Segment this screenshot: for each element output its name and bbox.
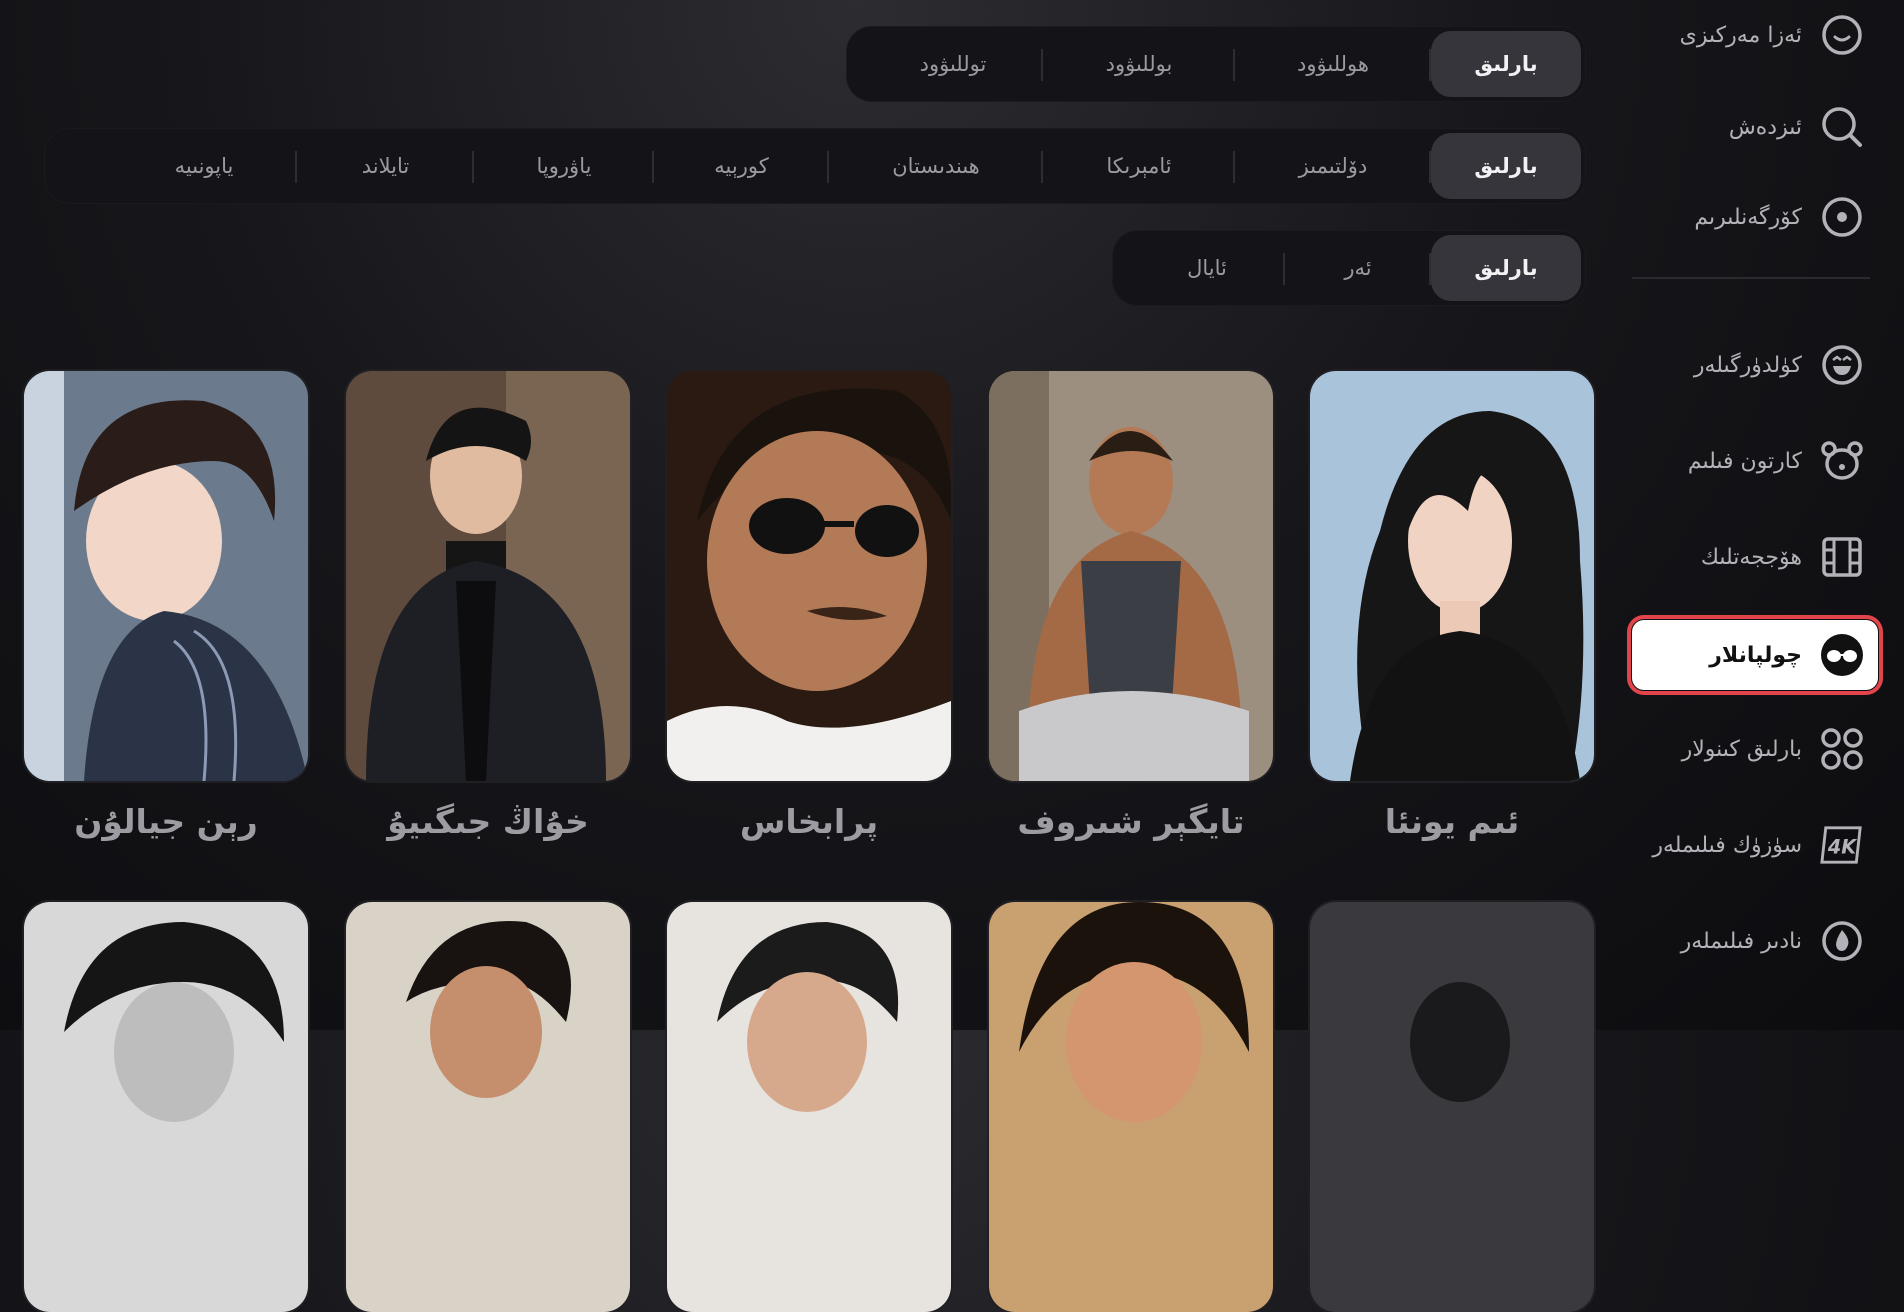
star-card[interactable] — [667, 371, 951, 781]
star-card[interactable] — [24, 371, 308, 781]
sidebar-item-hd-movies[interactable]: 4K سۈزۈك فىلىملەر — [1632, 810, 1878, 880]
laugh-icon — [1820, 343, 1864, 387]
sidebar-item-label: كارتون فىلىم — [1687, 448, 1802, 474]
star-photo — [989, 902, 1273, 1312]
star-photo — [346, 902, 630, 1312]
sidebar-item-label: ئىزدەش — [1728, 114, 1802, 140]
sidebar-nav: ئەزا مەركىزى ئىزدەش كۆرگەنلىرىم كۈلدۈرگى… — [1627, 0, 1904, 1030]
sidebar-item-featured[interactable]: نادىر فىلىملەر — [1632, 906, 1878, 976]
sidebar-item-label: نادىر فىلىملەر — [1680, 928, 1802, 954]
filter-gender-female[interactable]: ئايال — [1129, 235, 1285, 301]
filter-region-tollywood[interactable]: توللىۋود — [863, 31, 1043, 97]
sidebar-item-all-movies[interactable]: بارلىق كىنولار — [1632, 714, 1878, 784]
star-card[interactable] — [989, 371, 1273, 781]
star-name: خۇاڭ جىگىيۇ — [387, 802, 589, 841]
star-card[interactable] — [1310, 902, 1594, 1312]
star-photo — [1310, 371, 1594, 781]
filter-gender-bar: بارلىق ئەر ئايال — [1112, 230, 1586, 306]
filter-region-bar: بارلىق ھوللىۋود بوللىۋود توللىۋود — [846, 26, 1586, 102]
star-photo — [989, 371, 1273, 781]
filter-country-korea[interactable]: كورېيە — [654, 133, 829, 199]
flame-icon — [1820, 919, 1864, 963]
sidebar-item-documentary[interactable]: ھۆججەتلىك — [1632, 522, 1878, 592]
star-photo — [24, 371, 308, 781]
star-card[interactable] — [667, 902, 951, 1312]
sidebar-item-label: كۆرگەنلىرىم — [1694, 204, 1802, 230]
star-name: رېن جيالۇن — [74, 802, 258, 841]
star-photo — [667, 371, 951, 781]
sidebar-item-comedy[interactable]: كۈلدۈرگىلەر — [1632, 330, 1878, 400]
star-card[interactable] — [989, 902, 1273, 1312]
star-card[interactable] — [346, 371, 630, 781]
sidebar-item-label: ھۆججەتلىك — [1700, 544, 1802, 570]
filter-gender-male[interactable]: ئەر — [1285, 235, 1431, 301]
smile-circle-icon — [1820, 13, 1864, 57]
search-icon — [1820, 105, 1864, 149]
4k-icon: 4K — [1820, 823, 1864, 867]
eye-circle-icon — [1820, 195, 1864, 239]
sidebar-divider — [1632, 277, 1870, 279]
svg-text:4K: 4K — [1827, 836, 1857, 859]
star-photo — [667, 902, 951, 1312]
sidebar-item-cartoon[interactable]: كارتون فىلىم — [1632, 426, 1878, 496]
bear-icon — [1820, 439, 1864, 483]
sidebar-item-history[interactable]: كۆرگەنلىرىم — [1632, 182, 1878, 252]
filter-region-bollywood[interactable]: بوللىۋود — [1043, 31, 1235, 97]
sidebar-item-search[interactable]: ئىزدەش — [1632, 92, 1878, 162]
sunglasses-icon — [1820, 633, 1864, 677]
sidebar-item-stars[interactable]: چولپانلار — [1627, 615, 1883, 695]
star-photo — [24, 902, 308, 1312]
filter-region-all[interactable]: بارلىق — [1431, 31, 1581, 97]
star-photo — [1310, 902, 1594, 1312]
filter-country-all[interactable]: بارلىق — [1431, 133, 1581, 199]
filter-country-europe[interactable]: ياۋروپا — [474, 133, 654, 199]
star-name: ئىم يونئا — [1384, 802, 1520, 841]
sidebar-item-label: بارلىق كىنولار — [1681, 736, 1802, 762]
filter-country-thailand[interactable]: تايلاند — [297, 133, 474, 199]
filter-country-america[interactable]: ئامېرىكا — [1043, 133, 1235, 199]
filter-country-india[interactable]: ھىندىستان — [829, 133, 1043, 199]
star-card[interactable] — [1310, 371, 1594, 781]
filter-country-domestic[interactable]: دۆلتىمىز — [1235, 133, 1431, 199]
star-name: تايگېر شىروف — [1017, 802, 1245, 841]
filter-country-japan[interactable]: ياپونىيە — [111, 133, 297, 199]
filter-gender-all[interactable]: بارلىق — [1431, 235, 1581, 301]
grid-icon — [1820, 727, 1864, 771]
star-card[interactable] — [346, 902, 630, 1312]
star-photo — [346, 371, 630, 781]
sidebar-item-label: ئەزا مەركىزى — [1679, 22, 1802, 48]
filter-country-bar: بارلىق دۆلتىمىز ئامېرىكا ھىندىستان كورېي… — [44, 128, 1586, 204]
star-name: پرابخاس — [739, 802, 879, 841]
sidebar-item-member-center[interactable]: ئەزا مەركىزى — [1632, 0, 1878, 70]
filter-region-hollywood[interactable]: ھوللىۋود — [1235, 31, 1431, 97]
sidebar-item-label: كۈلدۈرگىلەر — [1693, 352, 1802, 378]
star-card[interactable] — [24, 902, 308, 1312]
sidebar-item-label: سۈزۈك فىلىملەر — [1652, 832, 1802, 858]
sidebar-item-label: چولپانلار — [1709, 642, 1802, 668]
film-strip-icon — [1820, 535, 1864, 579]
